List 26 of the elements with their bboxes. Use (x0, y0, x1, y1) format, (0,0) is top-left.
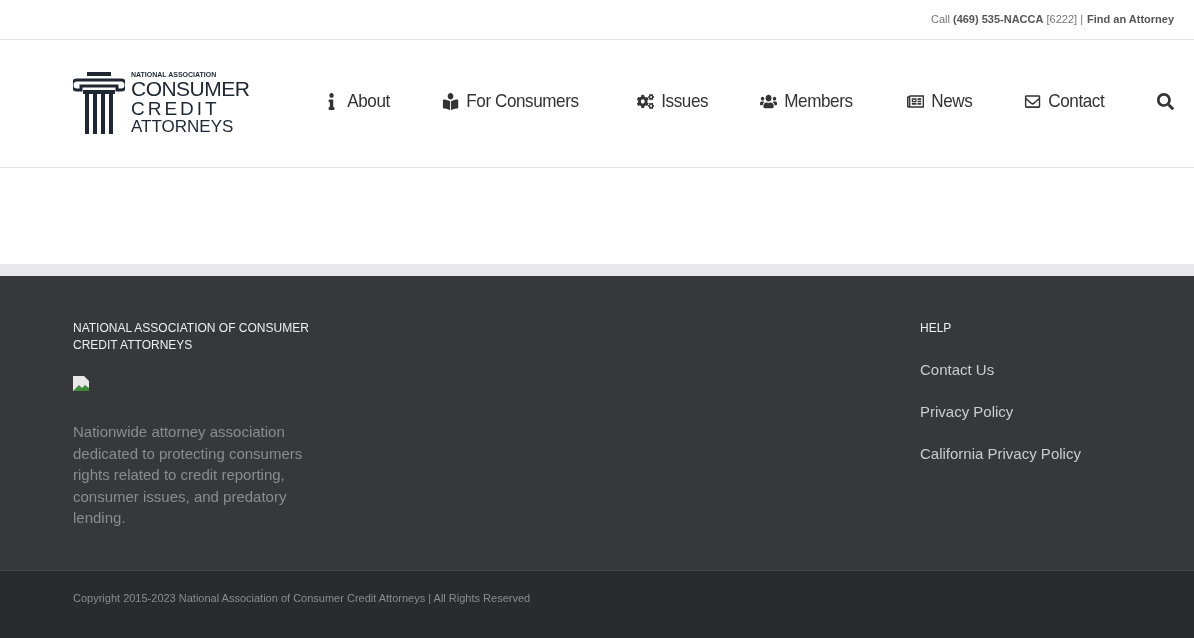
footer-link[interactable]: Contact Us (920, 359, 1081, 380)
logo-text: CONSUMER (131, 77, 250, 99)
find-attorney-link[interactable]: Find an Attorney (1087, 11, 1174, 28)
nav-link[interactable]: For Consumers (441, 87, 579, 116)
envelope-icon (1023, 93, 1041, 110)
phone-text: Call (469) 535-NACCA [6222] | (930, 12, 1083, 28)
broken-image-icon (73, 376, 89, 391)
gears-icon (637, 93, 655, 110)
nav-link[interactable]: Contact (1023, 87, 1105, 116)
nav-link[interactable]: News (907, 87, 973, 116)
people-icon (760, 93, 778, 110)
footer-link[interactable]: Privacy Policy (920, 401, 1081, 422)
nav-link[interactable]: About (323, 87, 391, 116)
column-logo-icon (73, 71, 125, 134)
search-button[interactable] (1157, 93, 1174, 110)
footer-heading: HELP (920, 320, 953, 337)
footer-heading: NATIONAL ASSOCIATION OF CONSUMER CREDIT ATTORNEYS (73, 320, 310, 354)
footer-description: Nationwide attorney association dedicated to protecting consumers rights related to credit reporting, consumer issues, and predatory lending. (73, 422, 304, 528)
copyright-text: Copyright 2015-2023 National Association of Consumer Credit Attorneys | All Rights Reserved (73, 591, 532, 606)
logo-text: ATTORNEYS (131, 117, 235, 135)
newspaper-icon (907, 93, 925, 110)
nav-link[interactable]: Issues (637, 87, 709, 116)
reader-icon (441, 93, 459, 110)
nav-link[interactable]: Members (760, 87, 853, 116)
footer-link[interactable]: California Privacy Policy (920, 443, 1081, 464)
logo-text: CREDIT (131, 98, 221, 118)
